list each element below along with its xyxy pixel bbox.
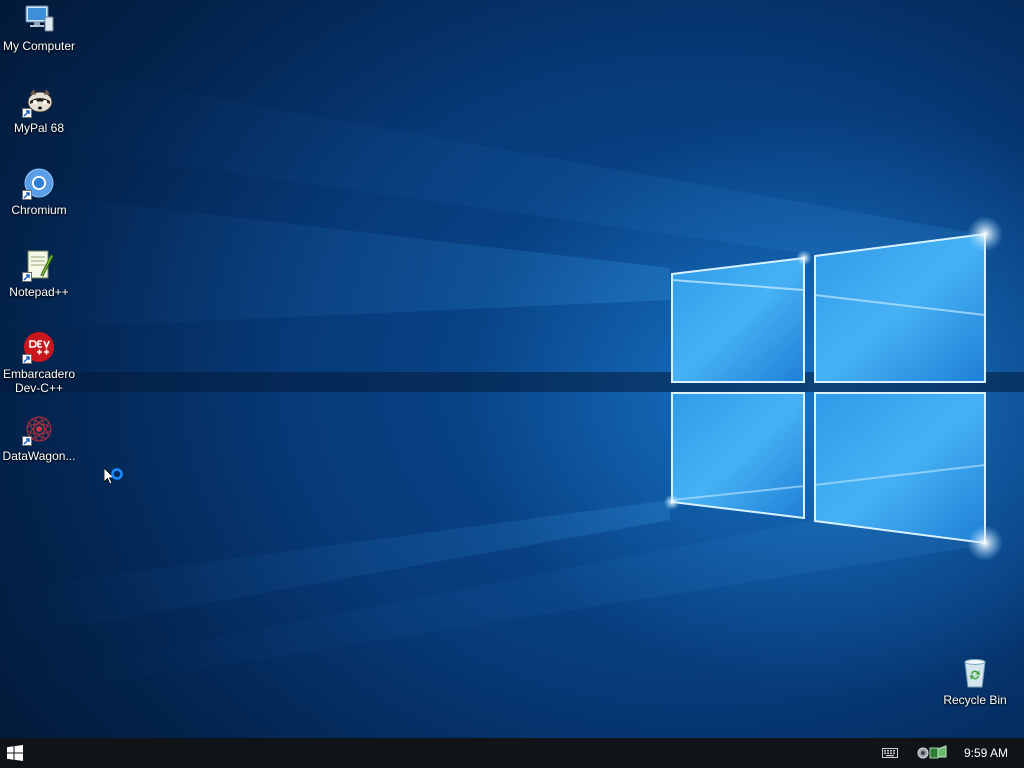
desktop-icon-label: Notepad++: [9, 285, 69, 299]
network-status-button[interactable]: [910, 738, 954, 768]
shortcut-arrow-icon: [22, 108, 32, 118]
desktop[interactable]: My Computer MyPal 68 Chromium Notepad++ …: [0, 0, 1024, 738]
desktop-icon-chromium[interactable]: Chromium: [0, 166, 78, 217]
system-tray: 9:59 AM: [870, 738, 1024, 768]
desktop-icon-label: DataWagon...: [2, 449, 76, 463]
keyboard-button[interactable]: [870, 738, 910, 768]
desktop-icon-mypal[interactable]: MyPal 68: [0, 84, 78, 135]
notepadpp-icon: [22, 248, 56, 282]
chromium-icon: [22, 166, 56, 200]
wallpaper-windows-logo: [0, 60, 1024, 700]
desktop-icon-label: MyPal 68: [13, 121, 65, 135]
recycle-bin-icon: [958, 656, 992, 690]
desktop-icon-label: My Computer: [2, 39, 76, 53]
shortcut-arrow-icon: [22, 190, 32, 200]
desktop-icon-notepadpp[interactable]: Notepad++: [0, 248, 78, 299]
desktop-icon-devcpp[interactable]: Embarcadero Dev-C++: [0, 330, 78, 395]
desktop-icon-recycle-bin[interactable]: Recycle Bin: [936, 656, 1014, 707]
devcpp-icon: [22, 330, 56, 364]
network-icon: [917, 745, 947, 759]
mypal-raccoon-icon: [22, 84, 56, 118]
desktop-icon-label: Recycle Bin: [943, 693, 1007, 707]
busy-cursor-icon: [104, 468, 123, 485]
desktop-icon-label: Embarcadero Dev-C++: [2, 367, 76, 395]
start-button[interactable]: [0, 738, 30, 768]
computer-icon: [22, 2, 56, 36]
desktop-icon-datawagon[interactable]: DataWagon...: [0, 412, 78, 463]
shortcut-arrow-icon: [22, 436, 32, 446]
desktop-icon-my-computer[interactable]: My Computer: [0, 2, 78, 53]
keyboard-icon: [881, 748, 898, 758]
shortcut-arrow-icon: [22, 354, 32, 364]
datawagon-icon: [22, 412, 56, 446]
desktop-icon-label: Chromium: [11, 203, 67, 217]
clock[interactable]: 9:59 AM: [954, 738, 1024, 768]
windows-logo-icon: [7, 745, 23, 761]
taskbar: 9:59 AM: [0, 738, 1024, 768]
shortcut-arrow-icon: [22, 272, 32, 282]
